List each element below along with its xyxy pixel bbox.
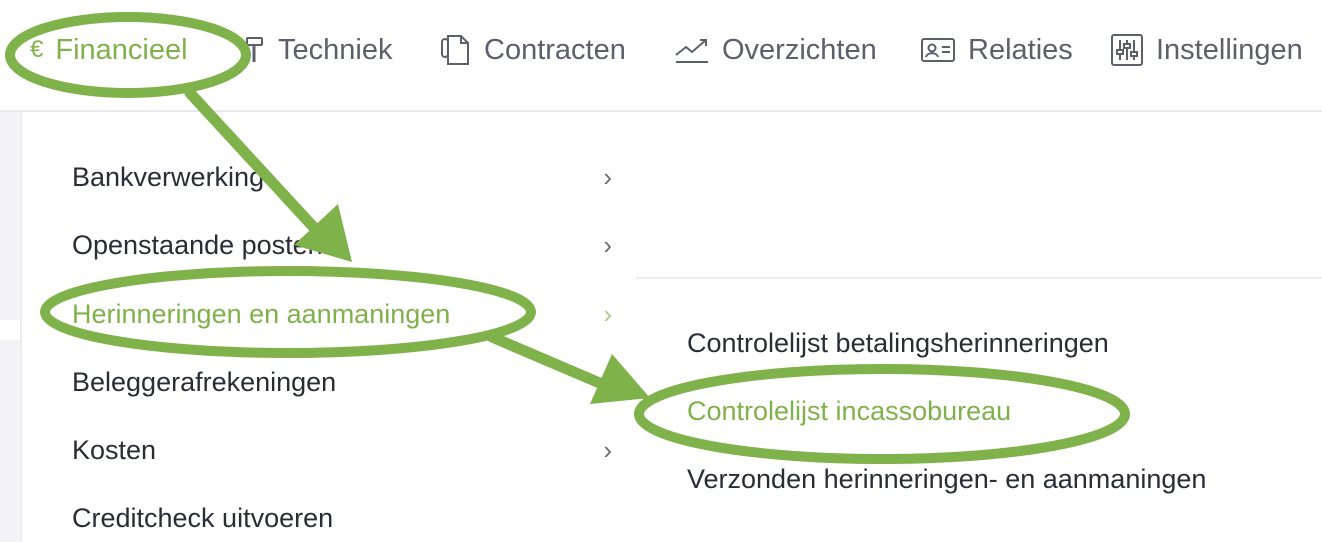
submenu-item-verzonden-herinneringen[interactable]: Verzonden herinneringen- en aanmaningen	[687, 464, 1206, 495]
submenu-divider	[636, 277, 1322, 279]
nav-label-instellingen: Instellingen	[1156, 33, 1303, 66]
nav-label-relaties: Relaties	[968, 33, 1073, 66]
menu-item-label: Creditcheck uitvoeren	[72, 502, 334, 533]
nav-label-financieel: Financieel	[55, 33, 188, 66]
nav-item-overzichten[interactable]: Overzichten	[674, 28, 877, 72]
herinneringen-submenu: Controlelijst betalingsherinneringen Con…	[636, 112, 1322, 542]
id-card-icon	[920, 36, 956, 64]
background-gap	[0, 320, 20, 340]
chevron-right-icon: ›	[603, 434, 612, 465]
menu-item-kosten[interactable]: Kosten ›	[72, 425, 612, 475]
nav-item-financieel[interactable]: € Financieel	[30, 28, 188, 72]
menu-item-creditcheck-uitvoeren[interactable]: Creditcheck uitvoeren	[72, 493, 612, 542]
euro-icon: €	[30, 36, 44, 63]
menu-item-label: Herinneringen en aanmaningen	[72, 298, 451, 329]
chart-line-icon	[674, 35, 710, 65]
chevron-right-icon: ›	[603, 298, 612, 329]
sliders-icon	[1110, 33, 1144, 67]
page: € Financieel Techniek Contracten Overzic…	[0, 0, 1322, 542]
menu-item-label: Openstaande posten	[72, 229, 323, 260]
financieel-dropdown-menu: Bankverwerking › Openstaande posten › He…	[20, 112, 638, 542]
submenu-item-controlelijst-betalingsherinneringen[interactable]: Controlelijst betalingsherinneringen	[687, 328, 1109, 359]
menu-item-bankverwerking[interactable]: Bankverwerking ›	[72, 152, 612, 202]
menu-item-openstaande-posten[interactable]: Openstaande posten ›	[72, 220, 612, 270]
chevron-right-icon: ›	[603, 161, 612, 192]
menu-item-label: Bankverwerking	[72, 161, 265, 192]
menu-item-herinneringen-en-aanmaningen[interactable]: Herinneringen en aanmaningen ›	[72, 289, 612, 339]
nav-item-techniek[interactable]: Techniek	[244, 28, 392, 72]
document-icon	[440, 32, 472, 68]
nav-item-contracten[interactable]: Contracten	[440, 28, 626, 72]
nav-label-techniek: Techniek	[278, 33, 393, 66]
menu-item-label: Kosten	[72, 434, 157, 465]
top-navigation: € Financieel Techniek Contracten Overzic…	[0, 0, 1322, 112]
background-panel	[0, 112, 20, 542]
menu-item-beleggerafrekeningen[interactable]: Beleggerafrekeningen	[72, 357, 612, 407]
menu-item-label: Beleggerafrekeningen	[72, 366, 337, 397]
hammer-icon	[244, 35, 266, 65]
nav-label-contracten: Contracten	[484, 33, 626, 66]
nav-item-relaties[interactable]: Relaties	[920, 28, 1073, 72]
submenu-item-controlelijst-incassobureau[interactable]: Controlelijst incassobureau	[687, 396, 1011, 427]
nav-item-instellingen[interactable]: Instellingen	[1110, 28, 1303, 72]
nav-label-overzichten: Overzichten	[722, 33, 877, 66]
chevron-right-icon: ›	[603, 229, 612, 260]
